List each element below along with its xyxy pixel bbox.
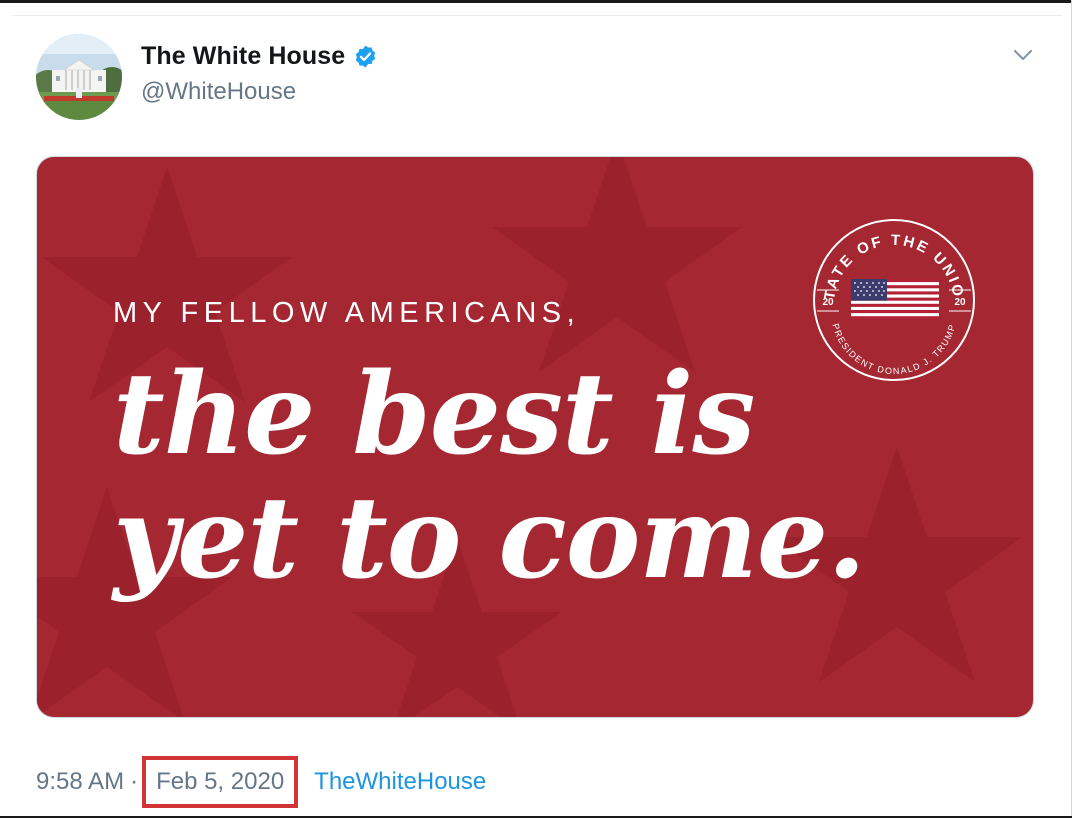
verified-badge-icon: [353, 44, 378, 69]
tweet: The White House @WhiteHouse MY FELLOW AM…: [0, 0, 1072, 818]
svg-text:20: 20: [822, 297, 834, 308]
user-handle[interactable]: @WhiteHouse: [141, 78, 296, 106]
tweet-media-image[interactable]: MY FELLOW AMERICANS, the best is yet to …: [36, 156, 1034, 718]
tweet-meta-row: 9:58 AM · Feb 5, 2020 TheWhiteHouse: [36, 756, 486, 808]
tweet-time[interactable]: 9:58 AM: [36, 768, 124, 796]
white-house-avatar-image: [36, 34, 122, 120]
chevron-down-icon[interactable]: [1012, 46, 1034, 64]
headline-line-1: the best is: [113, 349, 755, 480]
meta-separator: ·: [130, 768, 139, 795]
svg-text:PRESIDENT DONALD J. TRUMP: PRESIDENT DONALD J. TRUMP: [830, 322, 957, 376]
svg-text:20: 20: [954, 297, 966, 308]
headline-line-2: yet to come.: [113, 473, 866, 604]
avatar[interactable]: [36, 34, 122, 120]
image-headline: the best is yet to come.: [113, 353, 913, 601]
tweet-date-text: Feb 5, 2020: [156, 768, 285, 795]
name-row: The White House: [141, 42, 378, 71]
seal-bottom-text: PRESIDENT DONALD J. TRUMP: [830, 322, 956, 376]
tweet-source-link[interactable]: TheWhiteHouse: [314, 768, 486, 796]
tweet-date[interactable]: Feb 5, 2020: [142, 756, 299, 808]
state-of-the-union-seal: STATE OF THE UNION PRESIDENT DONALD J. T…: [802, 202, 979, 385]
display-name[interactable]: The White House: [141, 42, 345, 71]
image-kicker-text: MY FELLOW AMERICANS,: [113, 297, 581, 329]
us-flag-icon: [851, 279, 939, 319]
